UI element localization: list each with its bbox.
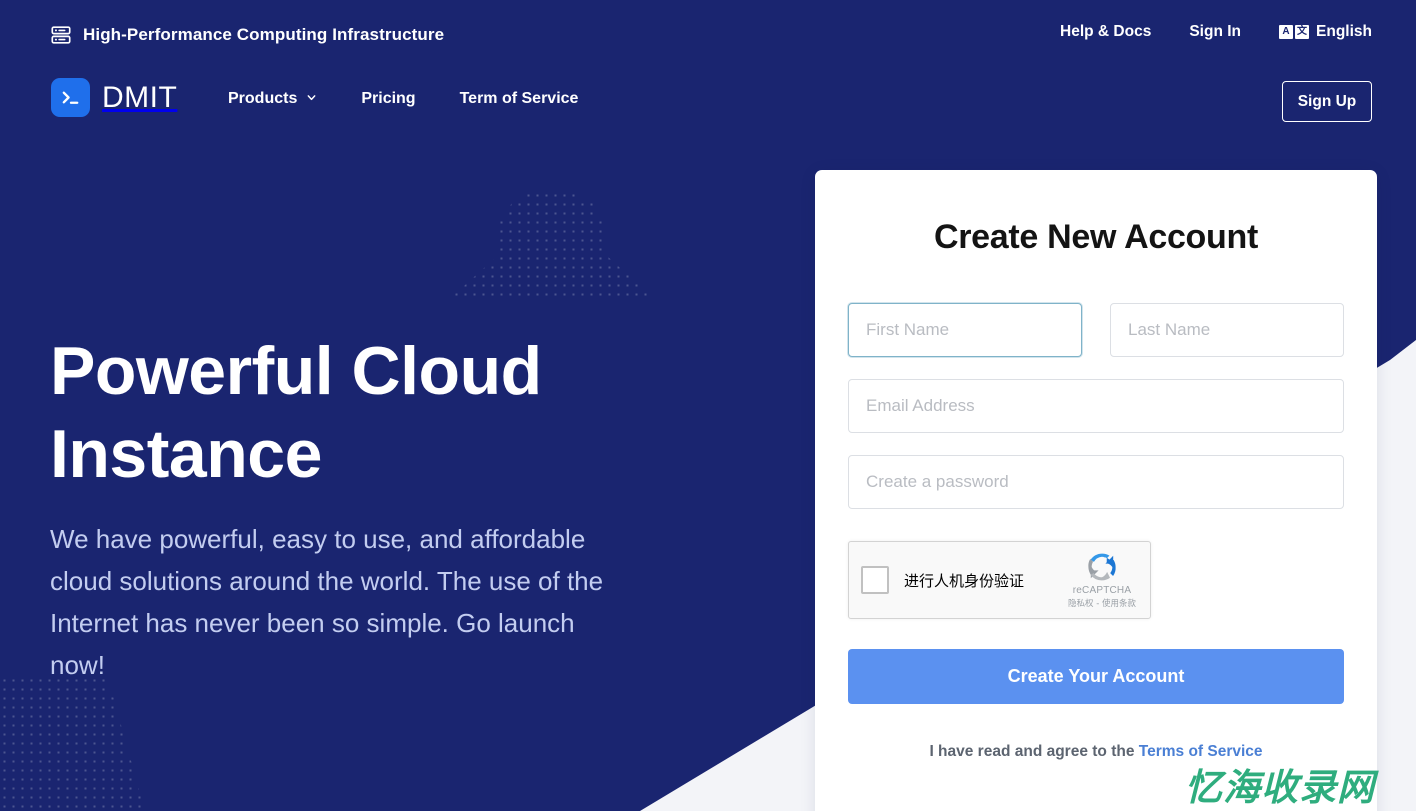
site-tagline-text: High-Performance Computing Infrastructur… bbox=[83, 25, 445, 44]
hero-title: Powerful Cloud Instance bbox=[50, 330, 670, 496]
main-navigation: DMIT Products Pricing Term of Service Si… bbox=[0, 78, 1416, 130]
first-name-input[interactable] bbox=[848, 303, 1082, 357]
translate-icon-latin: A bbox=[1279, 25, 1294, 39]
site-tagline: High-Performance Computing Infrastructur… bbox=[50, 24, 444, 46]
site-logo-text: DMIT bbox=[102, 80, 178, 114]
hero-title-line1: Powerful Cloud bbox=[50, 333, 542, 409]
nav-item-term-of-service[interactable]: Term of Service bbox=[460, 90, 579, 108]
password-field-row bbox=[848, 455, 1344, 509]
language-label: English bbox=[1316, 23, 1372, 40]
language-selector[interactable]: A 文 English bbox=[1279, 23, 1372, 41]
hero-title-line2: Instance bbox=[50, 415, 322, 492]
hero-subtitle: We have powerful, easy to use, and affor… bbox=[50, 523, 604, 681]
email-field-row bbox=[848, 379, 1344, 433]
nav-links: Products Pricing Term of Service bbox=[228, 90, 578, 108]
nav-item-products[interactable]: Products bbox=[228, 90, 317, 108]
terms-of-service-link[interactable]: Terms of Service bbox=[1139, 743, 1263, 760]
chevron-down-icon bbox=[306, 90, 317, 108]
nav-item-term-of-service-label: Term of Service bbox=[459, 90, 579, 107]
recaptcha-widget[interactable]: 进行人机身份验证 reCAPTCHA 隐私权 - 使用条款 bbox=[848, 541, 1151, 619]
terms-agreement-line: I have read and agree to the Terms of Se… bbox=[848, 743, 1344, 761]
recaptcha-checkbox[interactable] bbox=[861, 566, 889, 594]
top-utility-bar: High-Performance Computing Infrastructur… bbox=[0, 0, 1416, 72]
nav-item-products-label: Products bbox=[228, 90, 298, 107]
translate-icon-cjk: 文 bbox=[1295, 25, 1310, 39]
nav-item-pricing[interactable]: Pricing bbox=[361, 90, 415, 108]
signup-card-title: Create New Account bbox=[934, 218, 1258, 256]
recaptcha-label: 进行人机身份验证 bbox=[904, 571, 1025, 590]
hero-section: Powerful Cloud Instance We have powerful… bbox=[50, 330, 670, 686]
help-docs-link[interactable]: Help & Docs bbox=[1060, 23, 1151, 41]
utility-nav: Help & Docs Sign In A 文 English bbox=[1060, 23, 1372, 41]
sign-up-button[interactable]: Sign Up bbox=[1282, 81, 1372, 122]
site-logo[interactable]: DMIT bbox=[51, 78, 177, 117]
create-account-button[interactable]: Create Your Account bbox=[848, 649, 1344, 704]
server-icon bbox=[50, 24, 72, 46]
recaptcha-logo-icon bbox=[1064, 550, 1140, 584]
sign-in-link[interactable]: Sign In bbox=[1189, 23, 1241, 41]
password-input[interactable] bbox=[848, 455, 1344, 509]
translate-icon: A 文 bbox=[1279, 25, 1310, 39]
email-input[interactable] bbox=[848, 379, 1344, 433]
signup-card: Create New Account 进行人机身份验证 bbox=[815, 170, 1377, 811]
terminal-prompt-icon bbox=[51, 78, 90, 117]
name-field-row bbox=[848, 303, 1344, 357]
recaptcha-terms-text: 隐私权 - 使用条款 bbox=[1068, 599, 1136, 609]
last-name-input[interactable] bbox=[1110, 303, 1344, 357]
nav-item-pricing-label: Pricing bbox=[361, 90, 416, 107]
recaptcha-brand-name: reCAPTCHA bbox=[1072, 585, 1132, 596]
terms-agreement-prefix: I have read and agree to the bbox=[929, 743, 1139, 760]
recaptcha-branding: reCAPTCHA 隐私权 - 使用条款 bbox=[1064, 550, 1140, 609]
